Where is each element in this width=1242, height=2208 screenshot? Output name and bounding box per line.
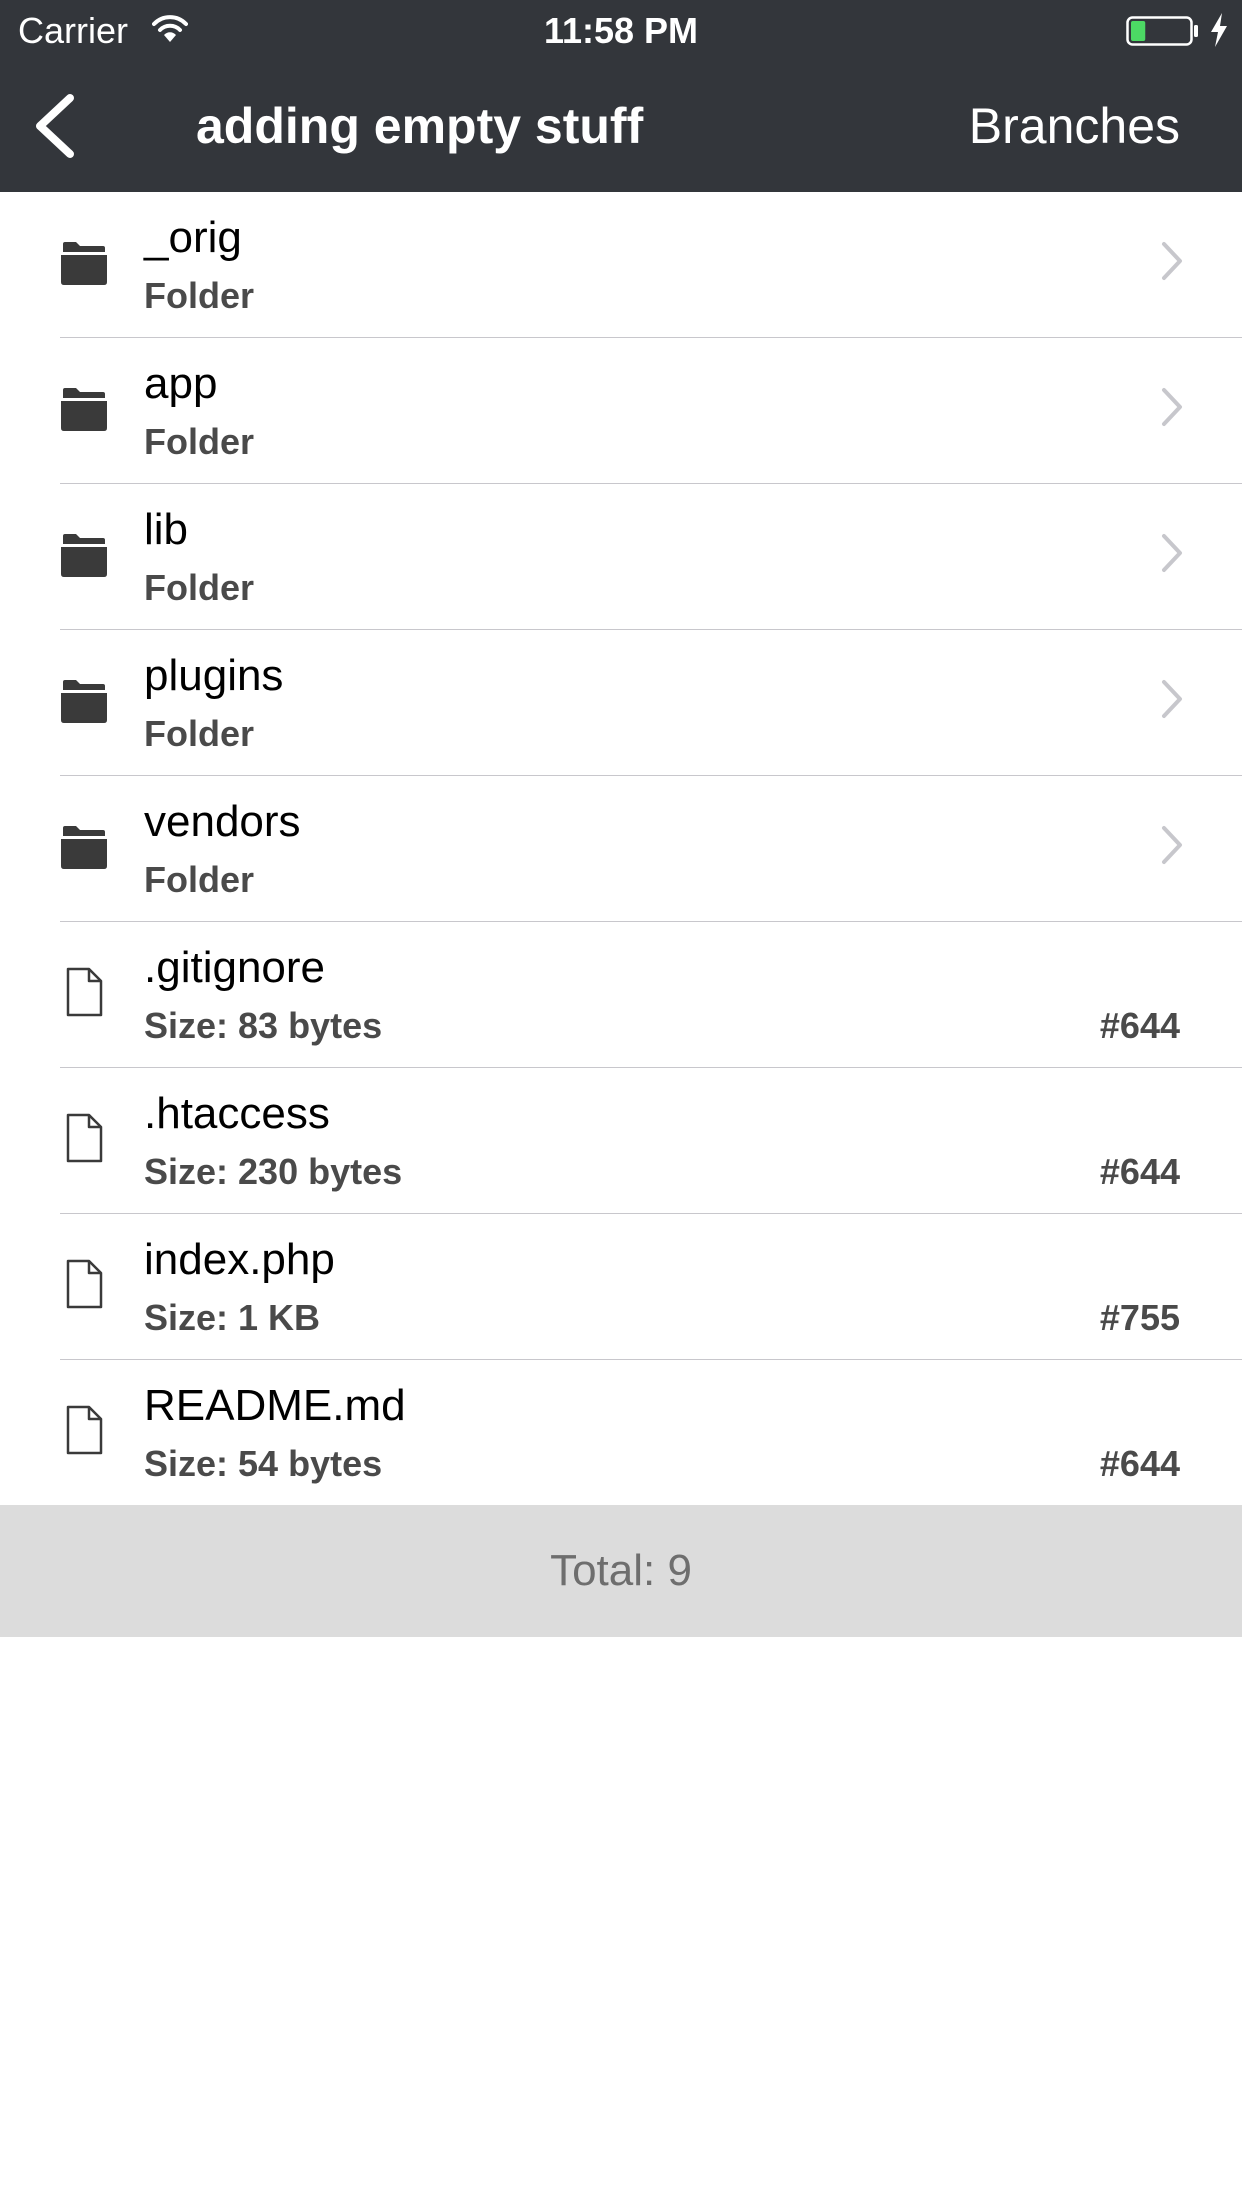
back-button[interactable]	[20, 90, 100, 162]
item-subtitle: Folder	[144, 275, 255, 316]
item-name: plugins	[144, 651, 284, 700]
chevron-right-icon	[1160, 532, 1184, 574]
file-row[interactable]: .htaccess Size: 230 bytes #644	[0, 1068, 1242, 1214]
folder-row[interactable]: app Folder	[0, 338, 1242, 484]
folder-icon	[58, 382, 110, 434]
folder-row[interactable]: lib Folder	[0, 484, 1242, 630]
item-name: lib	[144, 505, 189, 554]
file-icon	[58, 1112, 110, 1164]
file-mode: #644	[1099, 1443, 1180, 1484]
item-name: README.md	[144, 1381, 406, 1430]
chevron-left-icon	[36, 94, 74, 158]
folder-icon	[58, 820, 110, 872]
navigation-bar: adding empty stuff Branches	[0, 62, 1242, 192]
folder-icon	[58, 236, 110, 288]
file-list: _orig Folder app Folder lib Folder plugins Fold…	[0, 192, 1242, 1506]
item-name: _orig	[144, 213, 242, 262]
file-icon	[58, 1258, 110, 1310]
page-title: adding empty stuff	[196, 98, 644, 154]
item-subtitle: Size: 54 bytes	[144, 1443, 383, 1484]
item-subtitle: Folder	[144, 859, 255, 900]
chevron-right-icon	[1160, 240, 1184, 282]
folder-icon	[58, 674, 110, 726]
file-mode: #644	[1099, 1151, 1180, 1192]
file-mode: #755	[1099, 1297, 1180, 1338]
item-subtitle: Folder	[144, 567, 255, 608]
branches-button[interactable]: Branches	[969, 96, 1180, 156]
item-subtitle: Size: 83 bytes	[144, 1005, 383, 1046]
charging-icon	[1211, 13, 1227, 47]
folder-row[interactable]: _orig Folder	[0, 192, 1242, 338]
item-subtitle: Folder	[144, 713, 255, 754]
item-subtitle: Size: 1 KB	[144, 1297, 321, 1338]
file-row[interactable]: index.php Size: 1 KB #755	[0, 1214, 1242, 1360]
file-row[interactable]: .gitignore Size: 83 bytes #644	[0, 922, 1242, 1068]
item-name: .gitignore	[144, 943, 326, 992]
folder-row[interactable]: plugins Folder	[0, 630, 1242, 776]
chevron-right-icon	[1160, 678, 1184, 720]
item-name: index.php	[144, 1235, 335, 1284]
status-bar: Carrier 11:58 PM	[0, 0, 1242, 62]
total-footer: Total: 9	[0, 1505, 1242, 1637]
file-row[interactable]: README.md Size: 54 bytes #644	[0, 1360, 1242, 1506]
file-icon	[58, 1404, 110, 1456]
chevron-right-icon	[1160, 386, 1184, 428]
item-name: vendors	[144, 797, 301, 846]
status-time: 11:58 PM	[543, 10, 699, 51]
file-icon	[58, 966, 110, 1018]
item-subtitle: Size: 230 bytes	[144, 1151, 403, 1192]
total-label: Total: 9	[550, 1546, 692, 1595]
folder-row[interactable]: vendors Folder	[0, 776, 1242, 922]
chevron-right-icon	[1160, 824, 1184, 866]
item-name: .htaccess	[144, 1089, 330, 1138]
battery-fill	[1131, 21, 1146, 41]
item-name: app	[144, 359, 218, 408]
item-subtitle: Folder	[144, 421, 255, 462]
battery-icon	[1126, 16, 1198, 46]
folder-icon	[58, 528, 110, 580]
file-mode: #644	[1099, 1005, 1180, 1046]
